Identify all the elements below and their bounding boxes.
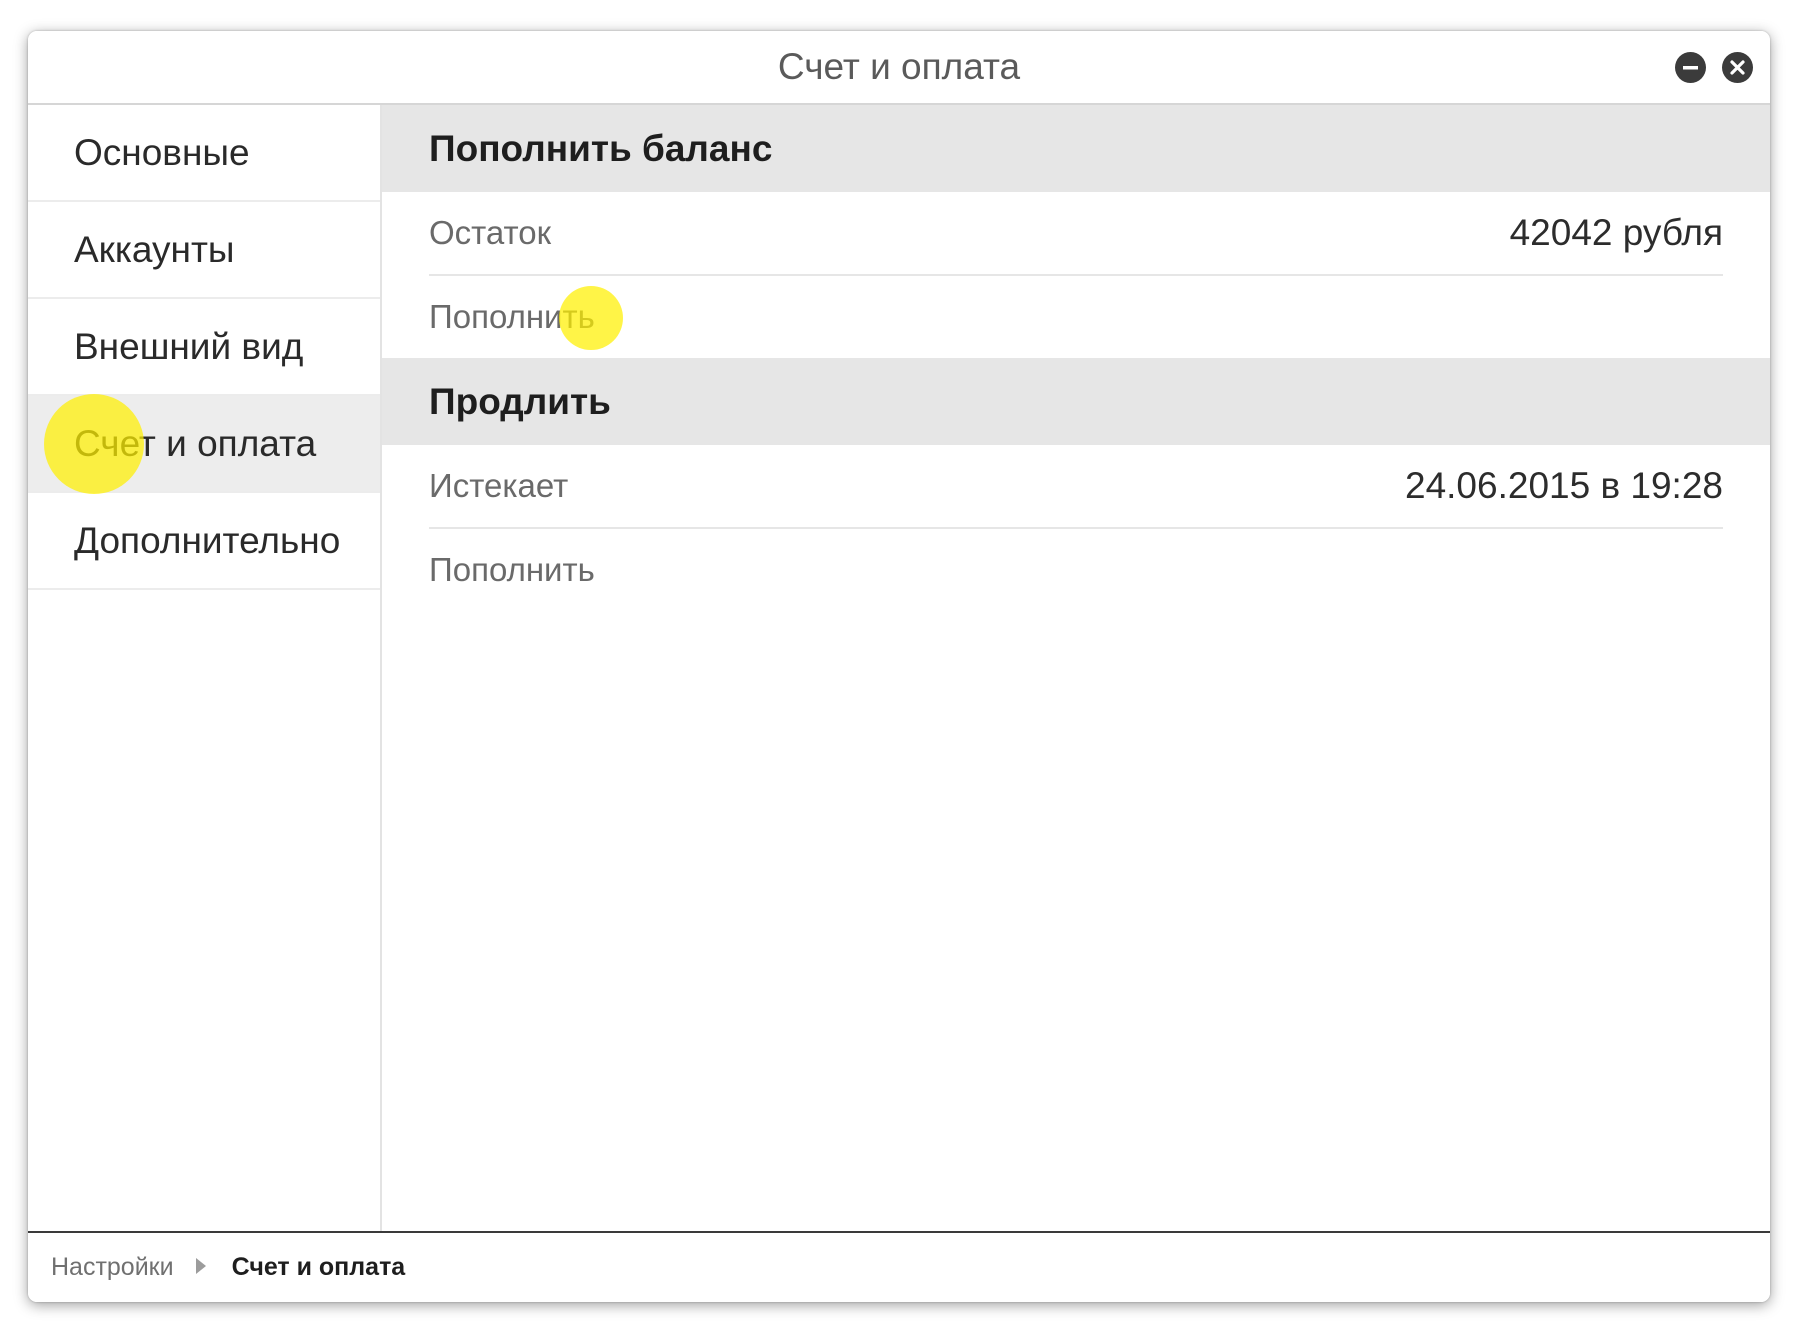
breadcrumb: Настройки Счет и оплата xyxy=(28,1231,1770,1302)
minimize-icon xyxy=(1683,66,1698,70)
sidebar-item-accounts[interactable]: Аккаунты xyxy=(28,202,380,299)
sidebar-item-general[interactable]: Основные xyxy=(28,105,380,202)
close-icon xyxy=(1730,60,1745,75)
settings-window: Счет и оплата Основные Аккаунты Внешний … xyxy=(28,31,1770,1302)
section-header-extend: Продлить xyxy=(382,358,1770,445)
billing-content: Пополнить баланс Остаток 42042 рубля Поп… xyxy=(382,105,1770,1231)
expiry-label: Истекает xyxy=(429,467,569,504)
sidebar-item-label: Аккаунты xyxy=(74,229,235,270)
breadcrumb-root[interactable]: Настройки xyxy=(51,1253,174,1281)
expiry-row: Истекает 24.06.2015 в 19:28 xyxy=(429,445,1723,529)
settings-sidebar: Основные Аккаунты Внешний вид Счет и опл… xyxy=(28,105,382,1231)
extend-link[interactable]: Пополнить xyxy=(429,529,595,611)
balance-value: 42042 рубля xyxy=(1509,212,1723,253)
breadcrumb-current: Счет и оплата xyxy=(231,1253,406,1281)
close-button[interactable] xyxy=(1722,52,1753,83)
section-header-top-up: Пополнить баланс xyxy=(382,105,1770,192)
title-bar: Счет и оплата xyxy=(28,31,1770,105)
sidebar-item-billing[interactable]: Счет и оплата xyxy=(28,394,380,494)
sidebar-item-label: Счет и оплата xyxy=(74,423,317,464)
balance-label: Остаток xyxy=(429,214,552,251)
sidebar-item-appearance[interactable]: Внешний вид xyxy=(28,299,380,396)
triangle-right-icon xyxy=(195,1258,206,1275)
sidebar-item-label: Дополнительно xyxy=(74,520,341,561)
sidebar-item-advanced[interactable]: Дополнительно xyxy=(28,493,380,590)
expiry-value: 24.06.2015 в 19:28 xyxy=(1405,465,1723,506)
top-up-row: Пополнить xyxy=(429,276,1723,358)
sidebar-item-label: Основные xyxy=(74,132,250,173)
minimize-button[interactable] xyxy=(1675,52,1706,83)
balance-row: Остаток 42042 рубля xyxy=(429,192,1723,276)
top-up-link[interactable]: Пополнить xyxy=(429,276,595,358)
sidebar-item-label: Внешний вид xyxy=(74,326,304,367)
extend-row: Пополнить xyxy=(429,529,1723,611)
window-title: Счет и оплата xyxy=(777,46,1021,87)
